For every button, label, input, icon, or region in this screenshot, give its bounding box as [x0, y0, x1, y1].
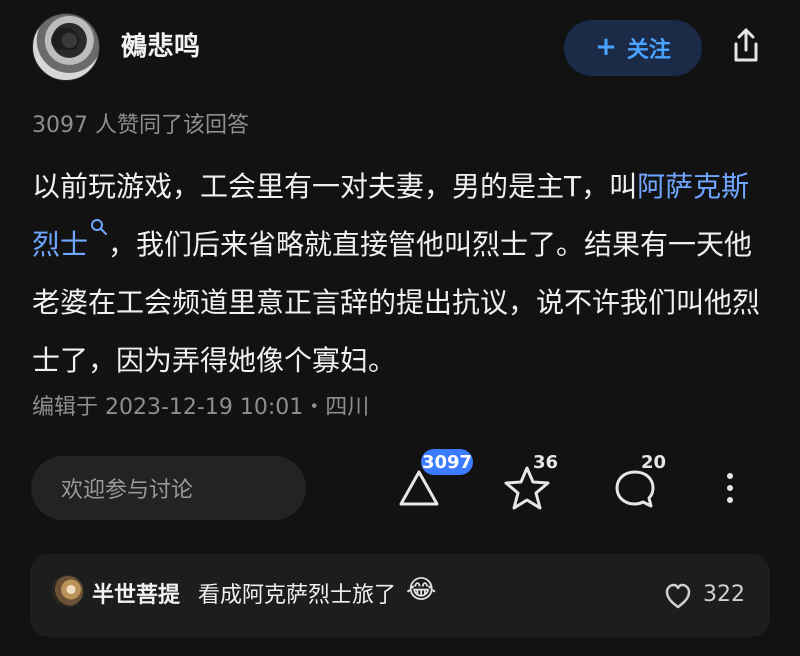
author-name[interactable]: 鵺悲鸣 [121, 26, 201, 63]
author-avatar[interactable] [32, 13, 100, 81]
comment-input-placeholder: 欢迎参与讨论 [61, 478, 194, 503]
answer-body: 以前玩游戏，工会里有一对夫妻，男的是主T，叫阿萨克斯烈士 ，我们后来省略就直接管… [32, 158, 776, 390]
commenter-name[interactable]: 半世菩提 [92, 577, 180, 609]
favorite-count: 36 [533, 452, 559, 473]
laugh-emoji-icon: 😂 [406, 575, 437, 605]
more-vertical-icon [727, 473, 733, 503]
comment-input[interactable]: 欢迎参与讨论 [31, 456, 306, 520]
share-icon[interactable] [724, 24, 768, 68]
more-button[interactable] [700, 458, 760, 518]
search-icon[interactable] [90, 218, 108, 236]
edit-meta: 编辑于 2023-12-19 10:01・四川 [32, 395, 370, 420]
answer-text-after-link: ，我们后来省略就直接管他叫烈士了。结果有一天他老婆在工会频道里意正言辞的提出抗议… [32, 228, 761, 377]
likes-summary: 3097 人赞同了该回答 [32, 113, 249, 138]
commenter-avatar[interactable] [52, 575, 84, 607]
comments-count: 20 [641, 452, 667, 473]
comment-like-count: 322 [703, 582, 745, 607]
answer-text-before-link: 以前玩游戏，工会里有一对夫妻，男的是主T，叫 [32, 170, 638, 203]
plus-icon: + [595, 32, 617, 62]
heart-icon[interactable] [664, 583, 692, 609]
follow-label: 关注 [626, 38, 671, 63]
heart-icon-svg [665, 583, 691, 609]
featured-comment-text: 看成阿克萨烈士旅了 [198, 583, 397, 608]
share-icon-svg [734, 28, 758, 62]
follow-button[interactable]: + 关注 [564, 20, 702, 76]
upvote-count-badge: 3097 [421, 449, 473, 475]
